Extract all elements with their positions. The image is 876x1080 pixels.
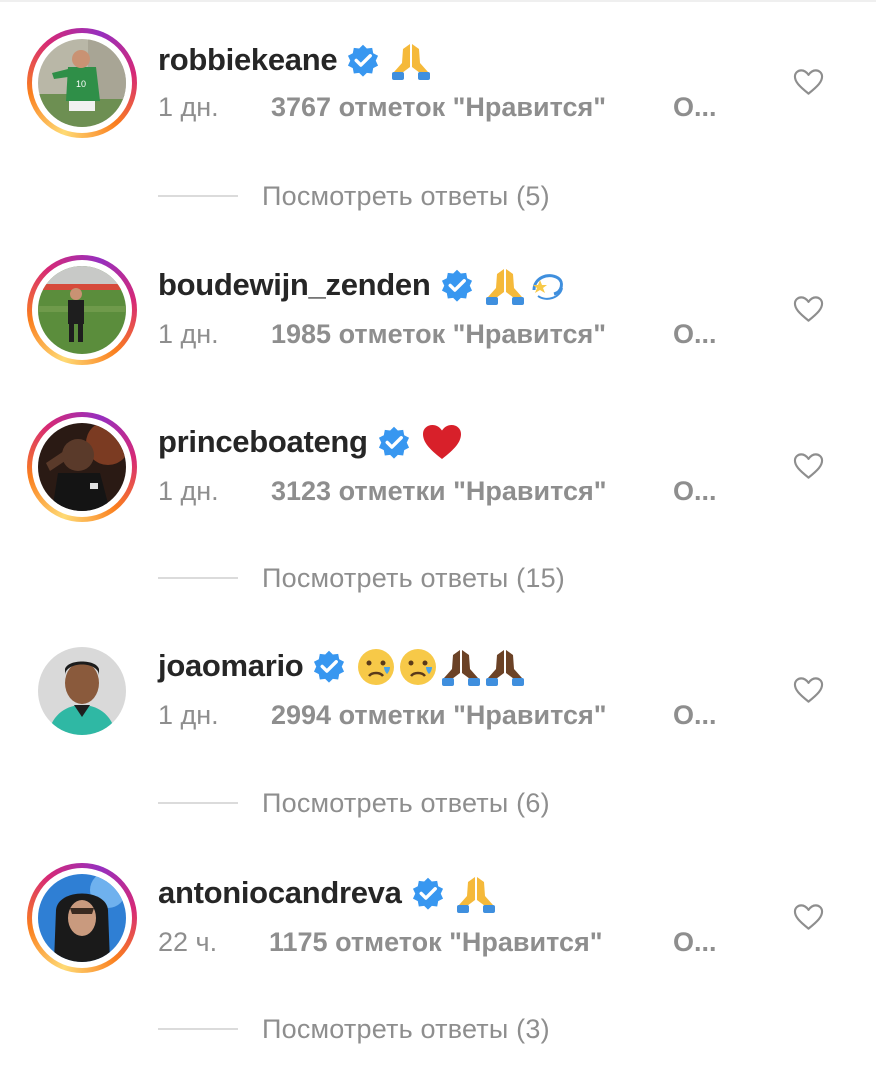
comment-time: 1 дн. <box>158 319 219 349</box>
emoji-crying-face <box>398 647 438 685</box>
verified-badge-icon <box>441 269 472 302</box>
view-replies[interactable]: Посмотреть ответы (3) <box>158 1009 550 1049</box>
view-replies[interactable]: Посмотреть ответы (6) <box>158 783 550 823</box>
comment-time: 1 дн. <box>158 476 219 506</box>
like-count[interactable]: 3123 отметки "Нравится" <box>271 476 607 507</box>
heart-outline-icon[interactable] <box>793 903 824 931</box>
avatar-story-ring[interactable] <box>27 863 137 973</box>
reply-button[interactable]: О... <box>673 92 717 123</box>
like-count[interactable]: 2994 отметки "Нравится" <box>271 700 607 731</box>
heart-outline-icon[interactable] <box>793 68 824 96</box>
view-replies-label[interactable]: Посмотреть ответы (3) <box>262 1014 550 1045</box>
verified-badge-icon <box>314 650 345 683</box>
replies-divider <box>158 1028 238 1030</box>
heart-outline-icon[interactable] <box>793 452 824 480</box>
avatar-story-ring[interactable] <box>27 412 137 522</box>
username[interactable]: joaomario <box>158 648 304 684</box>
avatar-story-ring[interactable]: 10 <box>27 28 137 138</box>
emoji-praying-hands-dark <box>484 647 526 686</box>
view-replies-label[interactable]: Посмотреть ответы (5) <box>262 181 550 212</box>
emoji-praying-hands <box>455 874 497 913</box>
username[interactable]: robbiekeane <box>158 42 338 78</box>
reply-button[interactable]: О... <box>673 319 717 350</box>
reply-button[interactable]: О... <box>673 927 717 958</box>
like-count[interactable]: 3767 отметок "Нравится" <box>271 92 606 123</box>
reply-button[interactable]: О... <box>673 476 717 507</box>
avatar <box>38 266 126 354</box>
emoji-praying-hands <box>390 41 432 80</box>
emoji-praying-hands-dark <box>440 647 482 686</box>
like-count[interactable]: 1985 отметок "Нравится" <box>271 319 606 350</box>
emoji-dizzy <box>528 266 568 304</box>
emoji-red-heart <box>421 423 463 461</box>
view-replies[interactable]: Посмотреть ответы (5) <box>158 176 550 216</box>
view-replies-label[interactable]: Посмотреть ответы (15) <box>262 563 565 594</box>
emoji-praying-hands <box>484 266 526 305</box>
replies-divider <box>158 577 238 579</box>
avatar-story-ring[interactable] <box>27 255 137 365</box>
verified-badge-icon <box>378 426 409 459</box>
replies-divider <box>158 195 238 197</box>
reply-button[interactable]: О... <box>673 700 717 731</box>
avatar <box>38 423 126 511</box>
username[interactable]: antoniocandreva <box>158 875 402 911</box>
avatar <box>38 874 126 962</box>
replies-divider <box>158 802 238 804</box>
heart-outline-icon[interactable] <box>793 295 824 323</box>
username[interactable]: princeboateng <box>158 424 368 460</box>
heart-outline-icon[interactable] <box>793 676 824 704</box>
comment-time: 1 дн. <box>158 92 219 122</box>
comment-time: 1 дн. <box>158 700 219 730</box>
username[interactable]: boudewijn_zenden <box>158 267 431 303</box>
verified-badge-icon <box>348 44 379 77</box>
view-replies-label[interactable]: Посмотреть ответы (6) <box>262 788 550 819</box>
like-count[interactable]: 1175 отметок "Нравится" <box>269 927 603 958</box>
avatar <box>38 647 126 735</box>
emoji-crying-face <box>356 647 396 685</box>
top-divider <box>0 0 876 2</box>
avatar-container[interactable] <box>27 636 137 746</box>
avatar: 10 <box>38 39 126 127</box>
view-replies[interactable]: Посмотреть ответы (15) <box>158 558 565 598</box>
verified-badge-icon <box>412 877 443 910</box>
comment-time: 22 ч. <box>158 927 218 957</box>
svg-text:10: 10 <box>76 79 86 89</box>
